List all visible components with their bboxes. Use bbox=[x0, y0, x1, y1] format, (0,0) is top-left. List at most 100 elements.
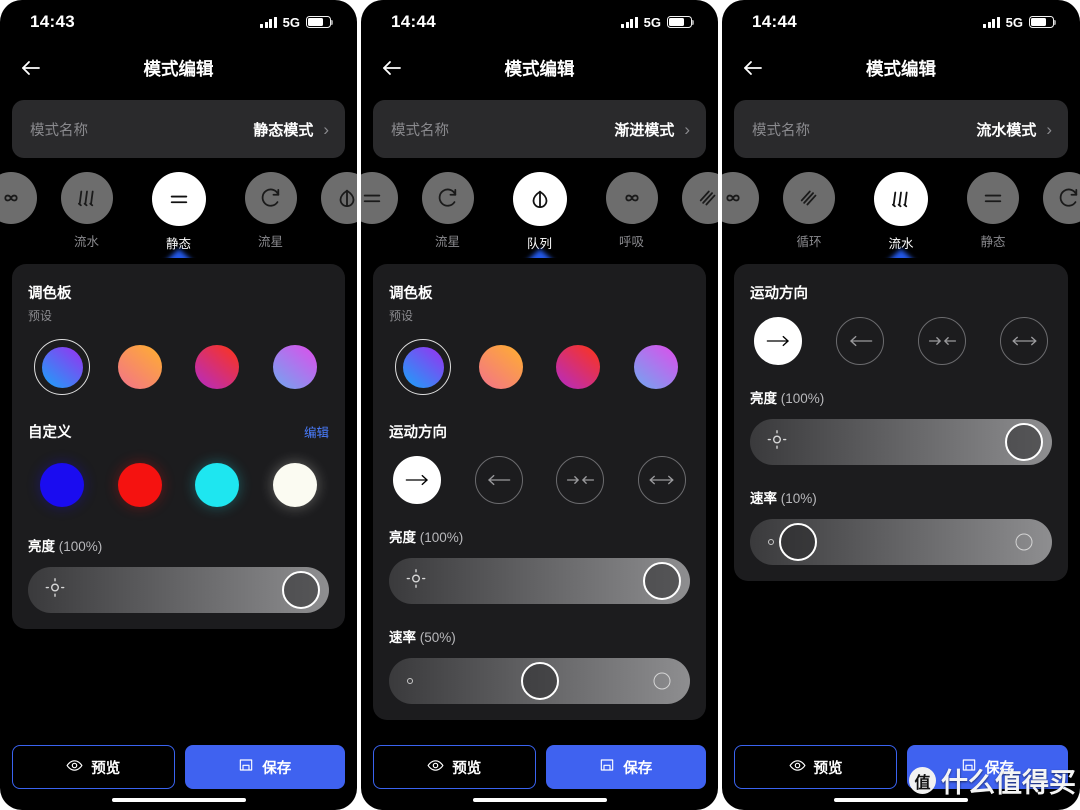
mode-name-row[interactable]: 模式名称 流水模式 › bbox=[734, 100, 1068, 158]
direction-right-arrow[interactable] bbox=[393, 456, 441, 504]
mode-option-breathing[interactable] bbox=[0, 172, 41, 231]
mode-name-row[interactable]: 模式名称 渐进模式 › bbox=[373, 100, 706, 158]
direction-bidirectional-arrow[interactable] bbox=[1000, 317, 1048, 365]
mode-option-流水[interactable]: 流水 bbox=[41, 172, 133, 250]
battery-icon bbox=[306, 15, 334, 29]
static-icon bbox=[967, 172, 1019, 224]
brightness-slider-label: 亮度 (100%) bbox=[28, 539, 103, 554]
save-button[interactable]: 保存 bbox=[184, 745, 345, 789]
preview-button[interactable]: 预览 bbox=[12, 745, 175, 789]
save-button[interactable]: 保存 bbox=[907, 745, 1068, 789]
speed-slider-knob[interactable] bbox=[520, 662, 559, 700]
queue-icon bbox=[512, 172, 567, 226]
cycle-icon bbox=[783, 172, 835, 224]
direction-converge-arrows[interactable] bbox=[918, 317, 966, 365]
custom-swatch-cyan[interactable] bbox=[189, 457, 245, 513]
direction-left-arrow[interactable] bbox=[474, 456, 523, 504]
palette-preset-row bbox=[28, 339, 329, 395]
preset-swatch-orange-pink-gradient[interactable] bbox=[473, 339, 529, 395]
preset-swatch-blue-purple-gradient[interactable] bbox=[34, 339, 90, 395]
preview-button[interactable]: 预览 bbox=[373, 745, 536, 789]
preset-swatch-red-magenta-gradient[interactable] bbox=[189, 339, 245, 395]
home-indicator bbox=[472, 798, 607, 802]
brightness-slider-label: 亮度 (100%) bbox=[750, 391, 825, 406]
mode-name-value-group: 静态模式 › bbox=[253, 119, 329, 140]
direction-left-arrow[interactable] bbox=[836, 317, 884, 365]
mode-option-循环[interactable]: 循环 bbox=[763, 172, 855, 250]
brightness-slider-label: 亮度 (100%) bbox=[389, 530, 464, 545]
preview-button[interactable]: 预览 bbox=[734, 745, 897, 789]
slider-track-end-marker bbox=[653, 672, 671, 690]
preset-swatch-orange-pink-gradient[interactable] bbox=[112, 339, 168, 395]
mode-option-queue[interactable] bbox=[317, 172, 357, 231]
back-arrow-icon[interactable] bbox=[379, 55, 405, 81]
cycle-icon bbox=[681, 172, 718, 224]
direction-converge-arrows[interactable] bbox=[556, 456, 605, 504]
mode-name-row[interactable]: 模式名称 静态模式 › bbox=[12, 100, 345, 158]
mode-name-value: 渐进模式 bbox=[614, 121, 675, 139]
nav-bar: 模式编辑 bbox=[361, 44, 718, 92]
mode-option-cycle[interactable] bbox=[678, 172, 718, 231]
mode-option-流星[interactable]: 流星 bbox=[225, 172, 317, 250]
preset-swatch-red-magenta-gradient[interactable] bbox=[550, 339, 606, 395]
brightness-slider[interactable] bbox=[389, 558, 690, 604]
brightness-slider-knob[interactable] bbox=[282, 571, 320, 609]
back-arrow-icon[interactable] bbox=[740, 55, 766, 81]
battery-icon bbox=[667, 15, 695, 29]
slider-min-icon bbox=[768, 539, 774, 545]
mode-option-流水[interactable]: 流水 bbox=[855, 172, 947, 252]
mode-option-static[interactable] bbox=[361, 172, 402, 231]
custom-swatch-blue[interactable] bbox=[34, 457, 90, 513]
palette-subtitle: 预设 bbox=[28, 309, 53, 323]
mode-option-呼吸[interactable]: 呼吸 bbox=[586, 172, 678, 250]
direction-bidirectional-arrow[interactable] bbox=[637, 456, 686, 504]
mode-option-label: 流星 bbox=[257, 235, 283, 249]
preset-swatch-color bbox=[195, 345, 240, 389]
bottom-bar: 预览 保存 bbox=[0, 745, 357, 810]
flowing-water-icon bbox=[60, 172, 113, 224]
brightness-slider[interactable] bbox=[28, 567, 329, 613]
mode-option-label: 循环 bbox=[796, 235, 822, 249]
save-icon bbox=[238, 757, 254, 777]
custom-swatch-red[interactable] bbox=[112, 457, 168, 513]
mode-option-静态[interactable]: 静态 bbox=[133, 172, 225, 252]
preset-swatch-blue-purple-gradient[interactable] bbox=[395, 339, 451, 395]
page-title: 模式编辑 bbox=[143, 58, 214, 79]
panel-flowing: 14:44 5G 模式编辑 模式名称 流水模式 › 循环 流水 静态 运动方向 亮度 (100%) 速… bbox=[722, 0, 1080, 810]
mode-carousel[interactable]: 流星 队列呼吸 bbox=[361, 172, 718, 258]
mode-option-breathing[interactable] bbox=[722, 172, 763, 231]
edit-button[interactable]: 编辑 bbox=[304, 422, 329, 441]
breathing-icon bbox=[0, 172, 37, 224]
mode-option-队列[interactable]: 队列 bbox=[494, 172, 586, 252]
mode-name-value: 静态模式 bbox=[253, 121, 314, 139]
speed-slider[interactable] bbox=[750, 519, 1052, 565]
mode-option-meteor[interactable] bbox=[1039, 172, 1080, 231]
chevron-right-icon: › bbox=[323, 119, 329, 139]
speed-slider-knob[interactable] bbox=[779, 523, 817, 561]
brightness-slider[interactable] bbox=[750, 419, 1052, 465]
preset-swatch-purple-blue-gradient[interactable] bbox=[267, 339, 323, 395]
mode-carousel[interactable]: 循环 流水 静态 bbox=[722, 172, 1080, 258]
panel-gradual: 14:44 5G 模式编辑 模式名称 渐进模式 › 流星 队列 呼吸 调色板 预设 运动方向 亮度 (1… bbox=[361, 0, 718, 810]
mode-option-流星[interactable]: 流星 bbox=[402, 172, 494, 250]
mode-carousel[interactable]: 流水 静态流星 bbox=[0, 172, 357, 258]
custom-swatch-white[interactable] bbox=[267, 457, 323, 513]
direction-title: 运动方向 bbox=[389, 425, 447, 441]
button-row: 预览 保存 bbox=[734, 745, 1068, 789]
brightness-slider-knob[interactable] bbox=[1005, 423, 1043, 461]
speed-slider[interactable] bbox=[389, 658, 690, 704]
signal-bars-icon bbox=[983, 16, 1000, 28]
direction-right-arrow[interactable] bbox=[754, 317, 802, 365]
save-button-label: 保存 bbox=[985, 760, 1014, 777]
save-button[interactable]: 保存 bbox=[545, 745, 706, 789]
preset-swatch-purple-blue-gradient[interactable] bbox=[628, 339, 684, 395]
custom-header: 自定义 编辑 bbox=[28, 421, 329, 442]
back-arrow-icon[interactable] bbox=[18, 55, 44, 81]
settings-card: 运动方向 亮度 (100%) 速率 (10%) bbox=[734, 264, 1068, 581]
brightness-slider-knob[interactable] bbox=[643, 562, 681, 600]
speed-slider-value: (10%) bbox=[777, 491, 817, 506]
mode-option-label: 呼吸 bbox=[618, 235, 644, 249]
status-time: 14:43 bbox=[30, 12, 75, 31]
selected-mode-indicator bbox=[884, 249, 918, 258]
mode-option-静态[interactable]: 静态 bbox=[947, 172, 1039, 250]
